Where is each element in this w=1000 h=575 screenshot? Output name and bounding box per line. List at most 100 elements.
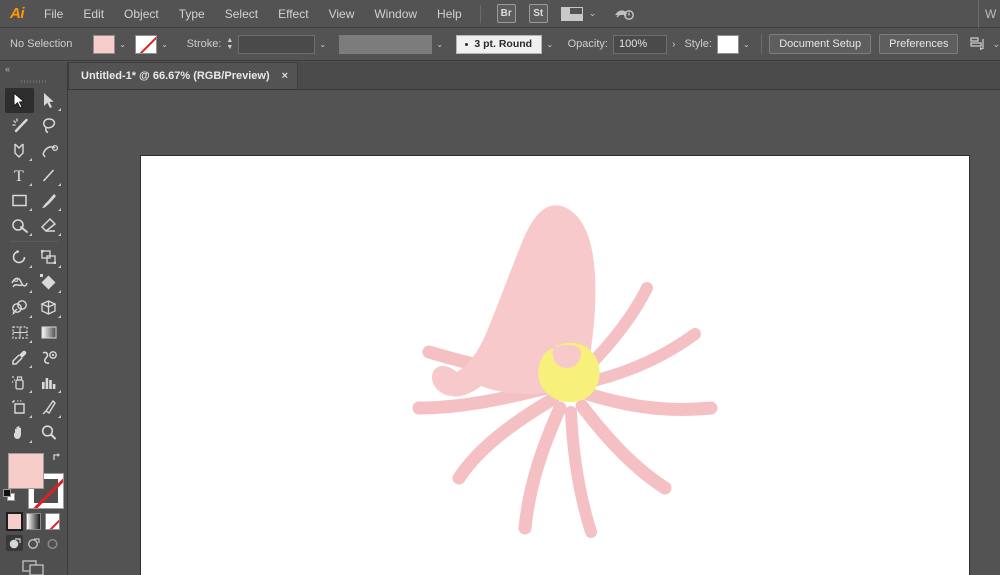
document-tab[interactable]: Untitled-1* @ 66.67% (RGB/Preview) × bbox=[68, 62, 299, 89]
scale-tool[interactable] bbox=[34, 245, 63, 270]
menu-effect[interactable]: Effect bbox=[268, 0, 318, 28]
bridge-button[interactable]: Br bbox=[496, 4, 516, 23]
fill-swatch[interactable] bbox=[92, 34, 115, 54]
collapse-panel-button[interactable]: « bbox=[0, 62, 67, 76]
opacity-label: Opacity: bbox=[567, 38, 608, 50]
search-help-icon[interactable] bbox=[614, 6, 635, 22]
fill-dropdown-icon[interactable]: ⌄ bbox=[115, 35, 131, 54]
blend-tool[interactable] bbox=[34, 345, 63, 370]
stroke-dropdown-icon[interactable]: ⌄ bbox=[157, 35, 173, 54]
align-to-artboard-icon[interactable]: ⌄ bbox=[970, 36, 1000, 52]
fill-stroke-indicator bbox=[0, 449, 68, 509]
menu-bar: Ai File Edit Object Type Select Effect V… bbox=[0, 0, 1000, 28]
none-mode-button[interactable] bbox=[45, 513, 60, 530]
stroke-label: Stroke: bbox=[186, 38, 222, 50]
change-screen-mode-icon[interactable] bbox=[0, 551, 67, 575]
graphic-style-swatch[interactable] bbox=[716, 34, 739, 54]
paintbrush-tool[interactable] bbox=[34, 188, 63, 213]
normal-screen-mode-button[interactable] bbox=[6, 535, 23, 551]
close-icon[interactable]: × bbox=[282, 70, 288, 82]
style-label: Style: bbox=[684, 38, 712, 50]
tool-panel: « T bbox=[0, 62, 68, 575]
menu-edit[interactable]: Edit bbox=[73, 0, 114, 28]
direct-selection-tool[interactable] bbox=[34, 88, 63, 113]
width-tool[interactable] bbox=[5, 270, 34, 295]
svg-text:T: T bbox=[14, 168, 24, 184]
type-tool[interactable]: T bbox=[5, 163, 34, 188]
gradient-tool[interactable] bbox=[34, 320, 63, 345]
panel-drag-handle[interactable] bbox=[0, 76, 67, 86]
menu-help[interactable]: Help bbox=[427, 0, 472, 28]
canvas-area[interactable] bbox=[68, 90, 1000, 575]
stroke-weight-stepper[interactable]: ▲ ▼ bbox=[224, 35, 235, 54]
eraser-tool[interactable] bbox=[34, 213, 63, 238]
stroke-swatch[interactable] bbox=[134, 34, 157, 54]
workspace-layout-icon[interactable]: ⌄ bbox=[560, 6, 596, 21]
fill-swatch-group[interactable]: ⌄ bbox=[92, 34, 131, 54]
line-segment-tool[interactable] bbox=[34, 163, 63, 188]
eyedropper-tool[interactable] bbox=[5, 345, 34, 370]
app-logo: Ai bbox=[10, 5, 25, 22]
brush-definition-select[interactable]: 3 pt. Round bbox=[455, 34, 542, 54]
symbol-sprayer-tool[interactable] bbox=[5, 370, 34, 395]
menu-view[interactable]: View bbox=[319, 0, 365, 28]
zoom-tool[interactable] bbox=[34, 420, 63, 445]
swap-fill-stroke-icon[interactable] bbox=[52, 451, 64, 466]
menu-type[interactable]: Type bbox=[169, 0, 215, 28]
color-mode-button[interactable] bbox=[6, 512, 23, 531]
fill-mode-group bbox=[0, 509, 67, 531]
shaper-tool[interactable] bbox=[5, 213, 34, 238]
menu-select[interactable]: Select bbox=[215, 0, 268, 28]
style-dropdown-icon[interactable]: ⌄ bbox=[739, 35, 755, 54]
perspective-grid-tool[interactable] bbox=[34, 295, 63, 320]
selection-status: No Selection bbox=[10, 38, 73, 50]
full-screen-mode-button[interactable] bbox=[44, 535, 61, 551]
shape-builder-tool[interactable] bbox=[5, 295, 34, 320]
default-fill-stroke-icon[interactable] bbox=[3, 489, 16, 502]
menu-file[interactable]: File bbox=[34, 0, 73, 28]
gradient-mode-button[interactable] bbox=[26, 513, 41, 530]
mesh-tool[interactable] bbox=[5, 320, 34, 345]
align-chevron-down-icon[interactable]: ⌄ bbox=[992, 39, 1000, 50]
illustrator-window: Ai File Edit Object Type Select Effect V… bbox=[0, 0, 1000, 575]
opacity-input[interactable]: 100% bbox=[612, 34, 668, 54]
squid-illustration[interactable] bbox=[141, 156, 971, 575]
magic-wand-tool[interactable] bbox=[5, 113, 34, 138]
menubar-divider bbox=[479, 4, 481, 23]
fill-indicator[interactable] bbox=[8, 453, 44, 489]
brush-definition-label: 3 pt. Round bbox=[474, 38, 533, 50]
document-tab-bar: Untitled-1* @ 66.67% (RGB/Preview) × bbox=[68, 62, 1000, 90]
artboard-tool[interactable] bbox=[5, 395, 34, 420]
tool-divider bbox=[10, 241, 58, 242]
stroke-profile-dropdown-icon[interactable]: ⌄ bbox=[432, 35, 448, 54]
brush-dropdown-icon[interactable]: ⌄ bbox=[542, 35, 558, 54]
rectangle-tool[interactable] bbox=[5, 188, 34, 213]
control-bar: No Selection ⌄ ⌄ Stroke: ▲ ▼ ⌄ ⌄ 3 pt. Ro… bbox=[0, 28, 1000, 61]
stroke-weight-dropdown-icon[interactable]: ⌄ bbox=[315, 35, 331, 54]
full-screen-menu-mode-button[interactable] bbox=[25, 535, 42, 551]
preferences-button[interactable]: Preferences bbox=[879, 34, 959, 54]
control-divider bbox=[761, 34, 763, 54]
document-tab-label: Untitled-1* @ 66.67% (RGB/Preview) bbox=[81, 70, 270, 82]
stroke-weight-input[interactable] bbox=[238, 34, 315, 54]
pen-tool[interactable] bbox=[5, 138, 34, 163]
curvature-tool[interactable] bbox=[34, 138, 63, 163]
menu-object[interactable]: Object bbox=[114, 0, 169, 28]
document-setup-button[interactable]: Document Setup bbox=[769, 34, 872, 54]
artboard[interactable] bbox=[140, 155, 970, 575]
rotate-tool[interactable] bbox=[5, 245, 34, 270]
window-right-label: W bbox=[978, 0, 1000, 28]
lasso-tool[interactable] bbox=[34, 113, 63, 138]
slice-tool[interactable] bbox=[34, 395, 63, 420]
tool-grid: T bbox=[0, 86, 68, 445]
stroke-profile-input[interactable] bbox=[338, 34, 432, 54]
hand-tool[interactable] bbox=[5, 420, 34, 445]
menubar-right-group: Br St ⌄ bbox=[496, 4, 635, 23]
free-transform-tool[interactable] bbox=[34, 270, 63, 295]
opacity-options-icon[interactable]: › bbox=[672, 39, 675, 50]
column-graph-tool[interactable] bbox=[34, 370, 63, 395]
stroke-swatch-group[interactable]: ⌄ bbox=[134, 34, 173, 54]
selection-tool[interactable] bbox=[5, 88, 34, 113]
menu-window[interactable]: Window bbox=[364, 0, 427, 28]
stock-button[interactable]: St bbox=[528, 4, 548, 23]
